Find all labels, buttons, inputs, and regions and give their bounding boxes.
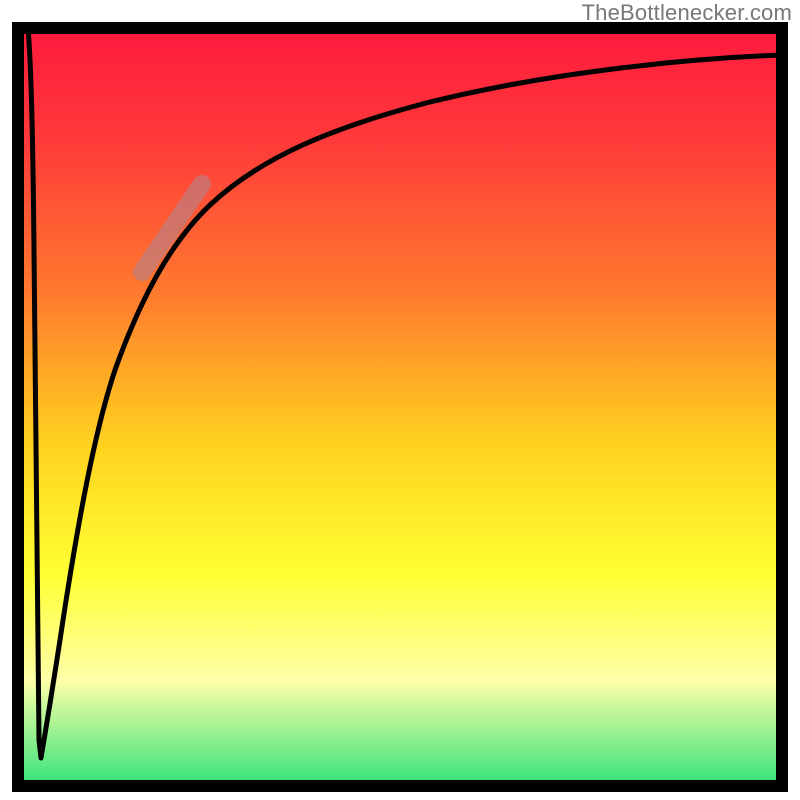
chart-svg <box>0 0 800 800</box>
attribution-text: TheBottlenecker.com <box>582 0 792 26</box>
gradient-fill <box>18 28 782 786</box>
chart-container: TheBottlenecker.com <box>0 0 800 800</box>
